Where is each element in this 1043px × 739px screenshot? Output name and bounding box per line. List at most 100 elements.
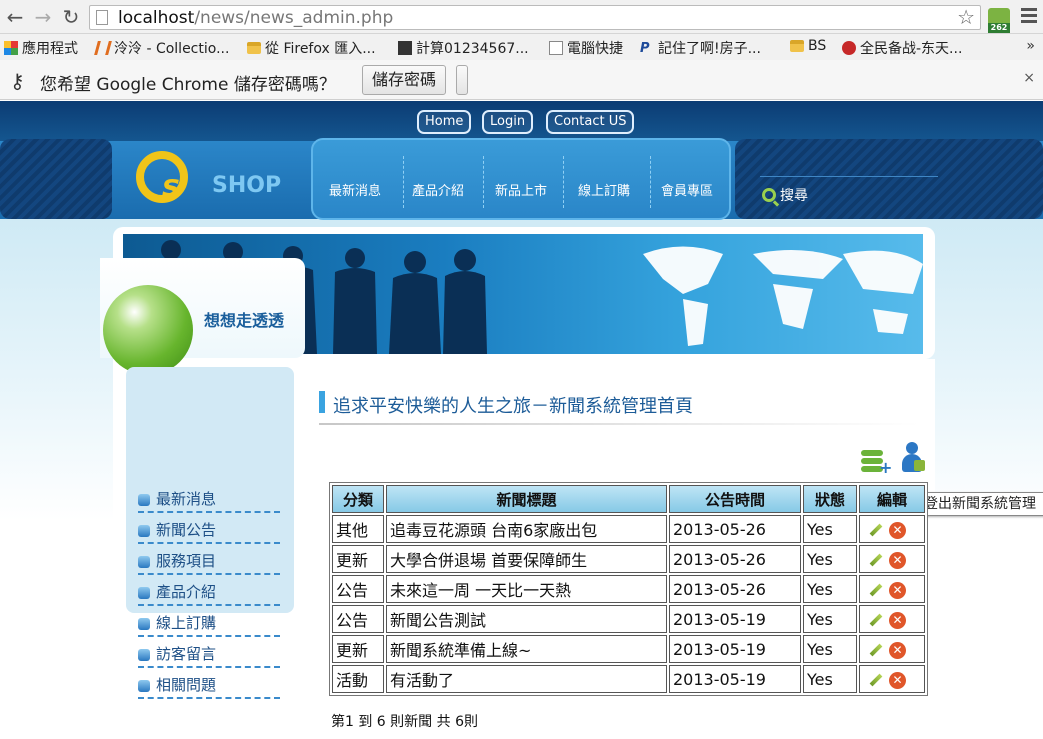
bookmark-collection[interactable]: 泠泠 - Collectio... (94, 38, 229, 58)
search-link[interactable]: 搜尋 (762, 185, 808, 205)
table-row: 更新 新聞系統準備上線~ 2013-05-19 Yes ✕ (332, 635, 925, 663)
cell-title[interactable]: 新聞系統準備上線~ (386, 635, 667, 663)
cell-title[interactable]: 未來這一周 一天比一天熱 (386, 575, 667, 603)
nav-latest-news[interactable]: 最新消息 (329, 180, 381, 199)
col-date: 公告時間 (669, 485, 801, 513)
delete-icon[interactable]: ✕ (889, 611, 906, 629)
logout-user-icon[interactable] (900, 442, 926, 474)
cell-date: 2013-05-19 (669, 605, 801, 633)
sidebar-item-guestbook[interactable]: 訪客留言 (138, 644, 280, 668)
cell-status: Yes (803, 605, 857, 633)
chrome-menu-icon[interactable] (1021, 8, 1037, 26)
password-infobar: ⚷ 您希望 Google Chrome 儲存密碼嗎？ 儲存密碼 × (0, 60, 1043, 100)
page-title: 追求平安快樂的人生之旅－新聞系統管理首頁 (333, 396, 693, 417)
contact-link[interactable]: Contact US (546, 110, 635, 134)
cell-category: 公告 (332, 605, 384, 633)
bookmark-bs[interactable]: BS (790, 38, 826, 54)
folder-icon (247, 42, 261, 54)
back-icon[interactable]: ← (4, 6, 26, 28)
cell-edit: ✕ (859, 635, 925, 663)
nav-order-online[interactable]: 線上訂購 (578, 180, 630, 199)
table-row: 活動 有活動了 2013-05-19 Yes ✕ (332, 665, 925, 693)
main-nav: 最新消息 產品介紹 新品上市 線上訂購 會員專區 (311, 138, 731, 220)
delete-icon[interactable]: ✕ (889, 521, 906, 539)
delete-icon[interactable]: ✕ (889, 551, 906, 569)
save-password-button[interactable]: 儲存密碼 (362, 65, 446, 95)
bookmark-calc[interactable]: 計算01234567... (398, 38, 529, 58)
header-left-panel (0, 139, 112, 219)
login-link[interactable]: Login (482, 110, 534, 134)
delete-icon[interactable]: ✕ (889, 671, 906, 689)
edit-pencil-icon[interactable] (867, 582, 883, 598)
edit-pencil-icon[interactable] (867, 642, 883, 658)
title-underline (319, 423, 919, 425)
bookmark-shortcuts[interactable]: 電腦快捷 (549, 38, 623, 58)
table-header-row: 分類 新聞標題 公告時間 狀態 編輯 (332, 485, 925, 513)
bullet-icon (138, 649, 150, 661)
nav-members[interactable]: 會員專區 (661, 180, 713, 199)
sidebar-item-faq[interactable]: 相關問題 (138, 675, 280, 699)
table-row: 公告 新聞公告測試 2013-05-19 Yes ✕ (332, 605, 925, 633)
edit-pencil-icon[interactable] (867, 672, 883, 688)
logout-tooltip: 登出新聞系統管理 (918, 492, 1043, 516)
password-options-button[interactable] (456, 65, 468, 95)
apps-grid-icon (4, 41, 18, 55)
folder-icon (790, 40, 804, 52)
cell-date: 2013-05-26 (669, 575, 801, 603)
extension-icon[interactable]: 262 (988, 8, 1010, 33)
cell-category: 其他 (332, 515, 384, 543)
browser-toolbar: ← → ↻ localhost/news/news_admin.php ☆ 26… (0, 0, 1043, 34)
search-icon (762, 188, 776, 202)
cell-edit: ✕ (859, 605, 925, 633)
sidebar-item-order[interactable]: 線上訂購 (138, 613, 280, 637)
delete-icon[interactable]: ✕ (889, 641, 906, 659)
url-text[interactable]: localhost/news/news_admin.php (118, 8, 393, 28)
logo-text: SHOP (212, 173, 282, 198)
reload-icon[interactable]: ↻ (60, 6, 82, 28)
sidebar-item-services[interactable]: 服務項目 (138, 551, 280, 575)
cell-title[interactable]: 大學合併退場 首要保障師生 (386, 545, 667, 573)
bookmarks-more[interactable]: » (1026, 38, 1035, 54)
cell-edit: ✕ (859, 545, 925, 573)
edit-pencil-icon[interactable] (867, 522, 883, 538)
close-infobar-icon[interactable]: × (1023, 70, 1035, 86)
forward-icon[interactable]: → (32, 6, 54, 28)
bullet-icon (138, 587, 150, 599)
delete-icon[interactable]: ✕ (889, 581, 906, 599)
edit-pencil-icon[interactable] (867, 552, 883, 568)
cell-title[interactable]: 新聞公告測試 (386, 605, 667, 633)
cell-title[interactable]: 追毒豆花源頭 台南6家廠出包 (386, 515, 667, 543)
key-icon: ⚷ (10, 69, 25, 93)
cell-date: 2013-05-19 (669, 665, 801, 693)
cell-status: Yes (803, 545, 857, 573)
col-category: 分類 (332, 485, 384, 513)
address-bar[interactable]: localhost/news/news_admin.php ☆ (89, 5, 981, 30)
add-news-icon[interactable]: + (861, 450, 892, 476)
edit-pencil-icon[interactable] (867, 612, 883, 628)
bullet-icon (138, 680, 150, 692)
table-row: 其他 追毒豆花源頭 台南6家廠出包 2013-05-26 Yes ✕ (332, 515, 925, 543)
sidebar-item-announcements[interactable]: 新聞公告 (138, 520, 280, 544)
nav-products[interactable]: 產品介紹 (412, 180, 464, 199)
bookmark-firefox-import[interactable]: 從 Firefox 匯入... (247, 38, 376, 58)
home-link[interactable]: Home (417, 110, 472, 134)
cell-edit: ✕ (859, 575, 925, 603)
pagination-summary: 第1 到 6 則新聞 共 6則 (331, 714, 478, 730)
bookmark-house[interactable]: P 記住了啊!房子... (640, 38, 761, 58)
bullet-icon (138, 494, 150, 506)
header-right-panel (735, 139, 1043, 219)
news-table: 分類 新聞標題 公告時間 狀態 編輯 其他 追毒豆花源頭 台南6家廠出包 2013-… (329, 482, 928, 696)
bookmark-apps[interactable]: 應用程式 (4, 38, 78, 58)
bookmark-game[interactable]: 全民备战-东天... (842, 38, 962, 58)
cell-edit: ✕ (859, 665, 925, 693)
page-icon (96, 10, 108, 25)
nav-new-arrivals[interactable]: 新品上市 (495, 180, 547, 199)
sidebar-item-products[interactable]: 產品介紹 (138, 582, 280, 606)
bookmark-star-icon[interactable]: ☆ (957, 6, 975, 28)
cell-category: 更新 (332, 545, 384, 573)
cell-title[interactable]: 有活動了 (386, 665, 667, 693)
sidebar-item-latest-news[interactable]: 最新消息 (138, 489, 280, 513)
bullet-icon (138, 618, 150, 630)
cell-date: 2013-05-19 (669, 635, 801, 663)
cell-date: 2013-05-26 (669, 545, 801, 573)
